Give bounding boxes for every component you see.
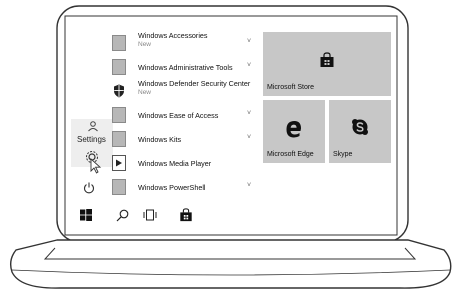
folder-tile-icon xyxy=(112,107,126,123)
store-bag-icon xyxy=(180,208,192,222)
media-player-icon xyxy=(112,155,126,171)
app-new-badge: New xyxy=(138,89,152,96)
power-icon xyxy=(84,182,94,194)
store-bag-icon xyxy=(320,52,334,67)
app-name: Windows Administrative Tools xyxy=(138,63,233,72)
folder-tile-icon xyxy=(112,35,126,51)
app-item-windows-defender[interactable]: Windows Defender Security Center New xyxy=(112,79,257,103)
folder-tile-icon xyxy=(112,59,126,75)
chevron-down-icon[interactable]: ˅ xyxy=(247,134,251,141)
tile-skype[interactable]: Skype xyxy=(329,100,391,163)
app-name: Windows Ease of Access xyxy=(138,111,219,120)
start-menu: Settings Windows Accessories New ˅ Windo… xyxy=(68,19,393,230)
app-item-windows-kits[interactable]: Windows Kits ˅ xyxy=(112,127,257,151)
search-icon xyxy=(116,209,128,221)
app-item-windows-powershell[interactable]: Windows PowerShell ˅ xyxy=(112,175,257,199)
tile-label: Microsoft Edge xyxy=(267,151,314,158)
tile-label: Skype xyxy=(333,151,353,158)
app-item-windows-media-player[interactable]: Windows Media Player xyxy=(112,151,257,175)
chevron-down-icon[interactable]: ˅ xyxy=(247,38,251,45)
app-new-badge: New xyxy=(138,41,152,48)
shield-icon xyxy=(114,84,124,98)
app-item-windows-accessories[interactable]: Windows Accessories New ˅ xyxy=(112,31,257,55)
power-button[interactable] xyxy=(77,177,101,199)
taskbar-store-button[interactable] xyxy=(178,207,194,223)
mouse-cursor-icon xyxy=(90,158,102,174)
play-icon xyxy=(116,159,122,167)
skype-icon xyxy=(352,119,368,135)
chevron-down-icon[interactable]: ˅ xyxy=(247,62,251,69)
folder-tile-icon xyxy=(112,179,126,195)
chevron-down-icon[interactable]: ˅ xyxy=(247,182,251,189)
search-button[interactable] xyxy=(114,207,130,223)
app-name: Windows Media Player xyxy=(138,159,212,168)
app-name: Windows PowerShell xyxy=(138,183,206,192)
settings-label: Settings xyxy=(77,135,106,144)
app-name: Windows Defender Security Center xyxy=(138,79,251,88)
tile-microsoft-store[interactable]: Microsoft Store xyxy=(263,32,391,96)
app-name: Windows Accessories xyxy=(138,31,208,40)
windows-logo-icon xyxy=(80,209,92,221)
start-button[interactable] xyxy=(78,207,94,223)
tile-microsoft-edge[interactable]: Microsoft Edge xyxy=(263,100,325,163)
chevron-down-icon[interactable]: ˅ xyxy=(247,110,251,117)
app-item-windows-administrative-tools[interactable]: Windows Administrative Tools ˅ xyxy=(112,55,257,79)
folder-tile-icon xyxy=(112,131,126,147)
task-view-button[interactable] xyxy=(142,207,158,223)
user-icon xyxy=(88,121,98,132)
tile-label: Microsoft Store xyxy=(267,84,315,91)
app-item-windows-ease-of-access[interactable]: Windows Ease of Access ˅ xyxy=(112,103,257,127)
edge-icon xyxy=(286,121,301,138)
task-view-icon xyxy=(143,209,157,221)
app-name: Windows Kits xyxy=(138,135,182,144)
